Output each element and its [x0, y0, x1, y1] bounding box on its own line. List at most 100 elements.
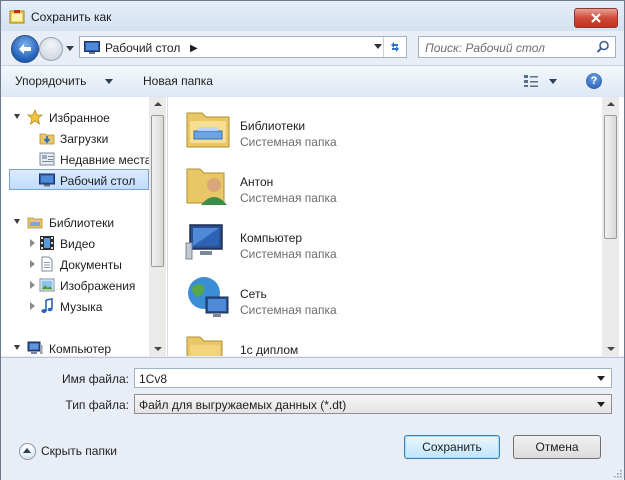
scroll-up-icon[interactable] [154, 102, 162, 106]
scroll-down-icon[interactable] [154, 347, 162, 351]
nav-item-label: Избранное [49, 111, 110, 125]
search-box[interactable]: Поиск: Рабочий стол [418, 36, 616, 58]
music-icon [41, 298, 53, 313]
filename-input[interactable]: 1Cv8 [139, 372, 167, 386]
file-name: 1с диплом [240, 343, 299, 356]
list-item[interactable]: Антон Системная папка [184, 157, 584, 211]
recent-places-icon [39, 152, 55, 166]
scroll-down-icon[interactable] [607, 347, 615, 351]
change-view-icon[interactable] [523, 74, 539, 88]
address-dropdown-icon[interactable] [374, 44, 382, 49]
file-name: Компьютер [240, 231, 303, 245]
desktop-icon [84, 41, 100, 54]
address-path[interactable]: Рабочий стол [105, 41, 180, 55]
nav-item-label: Загрузки [60, 132, 109, 146]
filename-dropdown-icon[interactable] [597, 376, 605, 381]
hide-folders-label[interactable]: Скрыть папки [41, 444, 117, 458]
network-icon [188, 277, 229, 317]
nav-item-label: Компьютер [49, 342, 112, 356]
file-type: Системная папка [240, 303, 337, 317]
desktop-icon [39, 173, 55, 187]
filetype-dropdown-icon[interactable] [597, 402, 605, 407]
breadcrumb-chevron-icon[interactable]: ▶ [190, 43, 198, 54]
recent-pages-dropdown-icon[interactable] [65, 43, 75, 53]
nav-item-pictures[interactable]: Изображения [1, 275, 149, 296]
resize-grip-icon[interactable] [612, 468, 622, 478]
list-item[interactable]: 1с диплом [184, 325, 584, 356]
nav-item-downloads[interactable]: Загрузки [1, 128, 149, 149]
nav-item-desktop[interactable]: Рабочий стол [9, 169, 149, 190]
nav-item-label: Видео [60, 237, 96, 251]
nav-item-label: Изображения [60, 279, 136, 293]
nav-item-recent-places[interactable]: Недавние места [1, 149, 152, 170]
list-item[interactable]: Библиотеки Системная папка [184, 101, 584, 155]
window-title: Сохранить как [31, 10, 112, 24]
arrow-left-icon [19, 44, 31, 54]
refresh-icon [391, 42, 399, 52]
save-form: Имя файла: 1Cv8 Тип файла: Файл для выгр… [1, 357, 624, 480]
refresh-button[interactable] [383, 37, 406, 57]
expand-arrow-icon[interactable] [30, 239, 35, 247]
nav-pane-scrollbar[interactable] [149, 97, 166, 356]
filename-label: Имя файла: [62, 372, 129, 386]
libraries-folder-icon [186, 112, 230, 148]
collapse-arrow-icon[interactable] [14, 219, 20, 224]
filetype-select[interactable]: Файл для выгружаемых данных (*.dt) [134, 394, 612, 414]
scrollbar-thumb[interactable] [151, 115, 164, 267]
scrollbar-thumb[interactable] [604, 115, 617, 239]
expand-arrow-icon[interactable] [30, 281, 35, 289]
file-name: Библиотеки [240, 119, 306, 133]
title-bar: Сохранить как [1, 1, 624, 31]
address-bar[interactable]: Рабочий стол ▶ [79, 36, 407, 58]
downloads-folder-icon [39, 133, 55, 145]
forward-button[interactable] [39, 37, 63, 61]
cancel-button[interactable]: Отмена [513, 435, 601, 459]
list-item[interactable]: Компьютер Системная папка [184, 213, 584, 267]
search-input[interactable]: Поиск: Рабочий стол [425, 41, 545, 55]
expand-arrow-icon[interactable] [30, 260, 35, 268]
nav-item-favorites[interactable]: Избранное [1, 107, 149, 128]
expand-arrow-icon[interactable] [30, 302, 35, 310]
help-icon[interactable]: ? [586, 73, 602, 89]
collapse-arrow-icon[interactable] [14, 114, 20, 119]
filename-field[interactable]: 1Cv8 [134, 368, 612, 388]
save-button[interactable]: Сохранить [404, 435, 500, 459]
nav-item-label: Недавние места [60, 153, 152, 167]
organize-dropdown-icon[interactable] [105, 79, 113, 84]
nav-item-label: Рабочий стол [60, 174, 136, 188]
view-dropdown-icon[interactable] [549, 79, 557, 84]
nav-item-music[interactable]: Музыка [1, 296, 149, 317]
search-icon[interactable] [596, 40, 610, 54]
pictures-icon [39, 278, 55, 292]
nav-item-label: Музыка [60, 300, 103, 314]
libraries-icon [27, 217, 43, 229]
collapse-arrow-icon[interactable] [14, 345, 20, 350]
nav-item-label: Библиотеки [49, 216, 115, 230]
arrow-right-icon [46, 45, 56, 53]
file-list: Библиотеки Системная папка Антон Системн… [168, 97, 624, 356]
file-type: Системная папка [240, 135, 337, 149]
new-folder-button[interactable]: Новая папка [143, 74, 213, 88]
list-item[interactable]: Сеть Системная папка [184, 269, 584, 323]
scroll-up-icon[interactable] [607, 102, 615, 106]
filetype-value[interactable]: Файл для выгружаемых данных (*.dt) [139, 398, 346, 412]
back-button[interactable] [11, 35, 39, 63]
organize-button[interactable]: Упорядочить [15, 74, 86, 88]
user-folder-icon [186, 168, 227, 205]
file-list-scrollbar[interactable] [602, 97, 619, 356]
chevron-up-icon [23, 448, 31, 453]
close-button[interactable] [574, 8, 618, 28]
navigation-pane: Избранное Загрузки Недавние места Рабочи… [1, 97, 168, 356]
filetype-label: Тип файла: [65, 398, 129, 412]
file-name: Сеть [240, 287, 267, 301]
computer-icon [27, 341, 43, 354]
nav-item-documents[interactable]: Документы [1, 254, 149, 275]
app-icon [9, 10, 25, 24]
documents-icon [41, 256, 53, 272]
nav-item-libraries[interactable]: Библиотеки [1, 212, 149, 233]
close-icon [591, 13, 601, 23]
file-type: Системная папка [240, 191, 337, 205]
folder-icon [186, 336, 223, 356]
nav-item-video[interactable]: Видео [1, 233, 149, 254]
nav-item-computer[interactable]: Компьютер [1, 338, 149, 356]
